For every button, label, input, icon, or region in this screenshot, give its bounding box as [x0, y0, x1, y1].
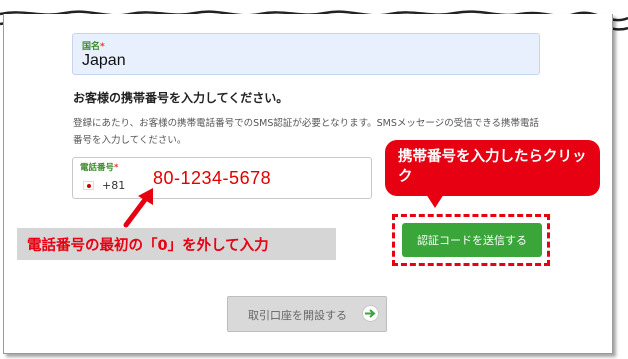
callout-tail — [426, 194, 444, 208]
phone-label: 電話番号* — [80, 163, 119, 173]
open-account-button[interactable]: 取引口座を開設する — [227, 296, 387, 332]
required-mark: * — [114, 163, 119, 173]
arrow-right-circle-icon — [362, 305, 379, 322]
red-arrow-icon — [123, 188, 153, 228]
country-field[interactable]: 国名* Japan — [72, 33, 540, 75]
send-code-button[interactable]: 認証コードを送信する — [402, 223, 542, 257]
country-label: 国名* — [82, 42, 105, 52]
phone-heading: お客様の携帯番号を入力してください。 — [73, 91, 289, 105]
callout-text: 携帯番号を入力したらクリック — [398, 149, 587, 185]
japan-flag-icon — [83, 181, 94, 190]
required-mark: * — [100, 42, 105, 52]
note-label: 電話番号の最初の「0」を外して入力 — [17, 228, 336, 260]
phone-number-value: 80-1234-5678 — [153, 168, 272, 188]
open-account-label: 取引口座を開設する — [248, 309, 347, 322]
country-value: Japan — [82, 52, 126, 69]
